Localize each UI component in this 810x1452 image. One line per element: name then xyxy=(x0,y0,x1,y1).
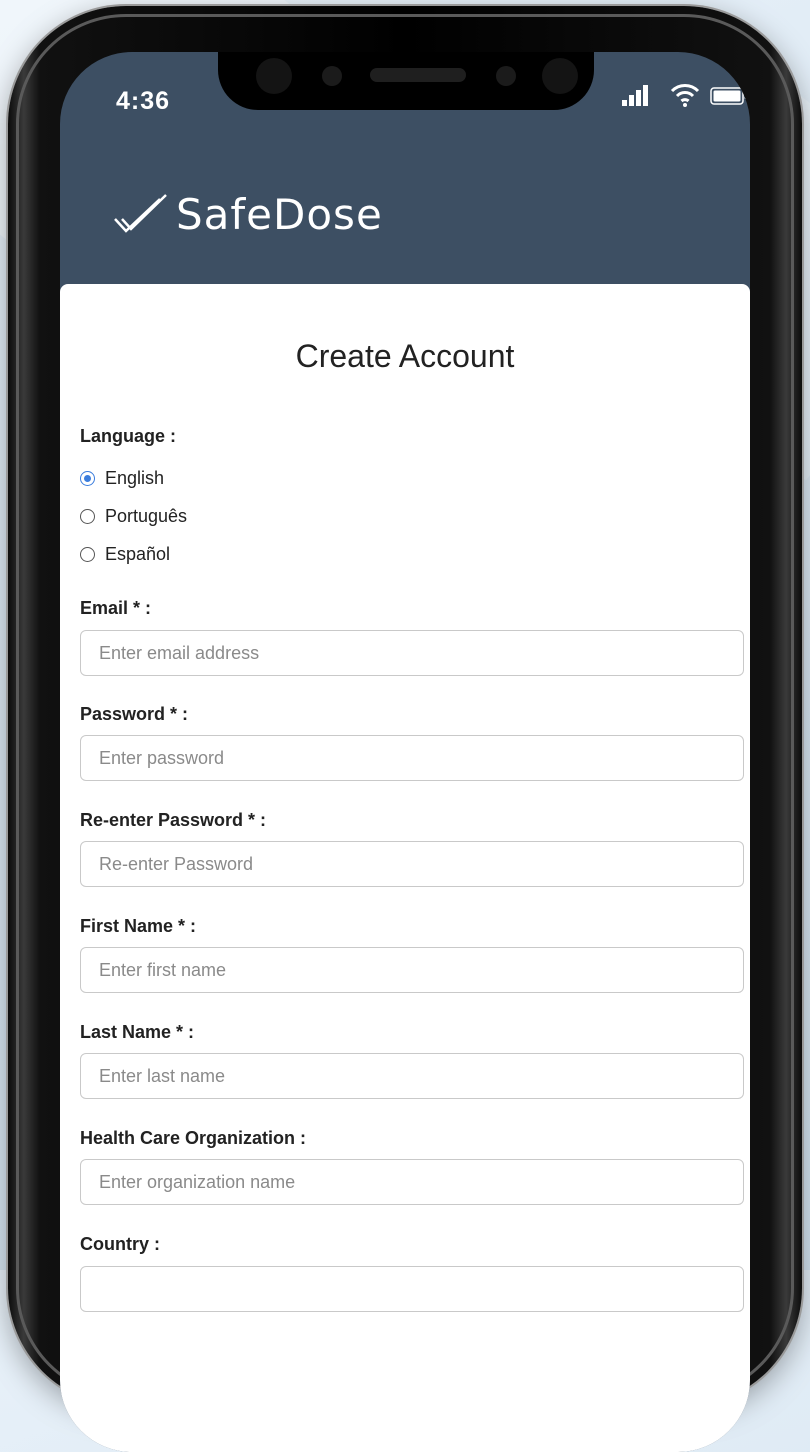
password-field[interactable] xyxy=(80,735,744,781)
email-field[interactable] xyxy=(80,630,744,676)
country-select[interactable] xyxy=(80,1266,744,1312)
speaker-grille xyxy=(370,68,466,82)
phone-screen: 4:36 SafeDose Create Account Language: … xyxy=(60,52,750,1452)
phone-notch xyxy=(218,52,594,110)
brand-logo: SafeDose xyxy=(112,184,383,244)
country-label: Country : xyxy=(80,1234,160,1254)
phone-frame: 4:36 SafeDose Create Account Language: … xyxy=(8,6,802,1452)
radio-label: Español xyxy=(105,544,171,564)
page-title: Create Account xyxy=(295,338,515,374)
radio-label: English xyxy=(105,468,165,488)
camera-icon xyxy=(256,58,292,94)
radio-english[interactable]: English xyxy=(80,468,164,489)
radio-portugues[interactable]: Português xyxy=(80,506,187,527)
radio-button[interactable] xyxy=(80,547,95,562)
radio-button[interactable] xyxy=(80,471,95,486)
radio-espanol[interactable]: Español xyxy=(80,544,170,565)
organization-field[interactable] xyxy=(80,1159,744,1205)
camera-icon xyxy=(542,58,578,94)
status-time: 4:36 xyxy=(116,87,171,115)
create-account-card: Create Account Language : English Portug… xyxy=(60,284,750,1452)
radio-button[interactable] xyxy=(80,509,95,524)
first-name-label: First Name * : xyxy=(80,916,197,936)
brand-name: SafeDose xyxy=(176,189,383,239)
password-label: Password * : xyxy=(80,704,189,724)
first-name-field[interactable] xyxy=(80,947,744,993)
sensor-icon xyxy=(496,66,516,86)
language-label: Language : xyxy=(80,426,177,446)
cellular-signal-icon xyxy=(622,85,648,106)
double-check-icon xyxy=(114,194,167,233)
wifi-icon xyxy=(670,84,700,107)
reenter-password-label: Re-enter Password * : xyxy=(80,810,267,830)
sensor-icon xyxy=(322,66,342,86)
last-name-label: Last Name * : xyxy=(80,1022,195,1042)
reenter-password-field[interactable] xyxy=(80,841,744,887)
email-label: Email * : xyxy=(80,598,152,618)
organization-label: Health Care Organization : xyxy=(80,1128,307,1148)
radio-label: Português xyxy=(105,506,188,526)
last-name-field[interactable] xyxy=(80,1053,744,1099)
battery-icon xyxy=(710,87,747,105)
